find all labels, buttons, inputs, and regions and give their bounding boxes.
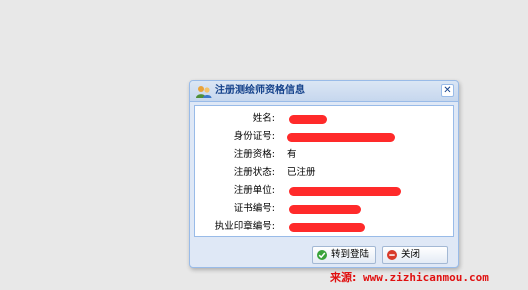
field-label: 注册资格:	[233, 149, 275, 160]
dialog-titlebar[interactable]: 注册测绘师资格信息 ✕	[190, 81, 458, 102]
field-value: 有	[287, 149, 297, 160]
minus-circle-icon	[387, 250, 397, 260]
field-row-employer: 注册单位:	[195, 183, 453, 199]
field-label: 身份证号:	[233, 131, 275, 142]
field-label: 执业印章编号:	[214, 221, 275, 232]
info-panel: 姓名: 身份证号: 注册资格: 有 注册状态: 已注册 注册单位: 证书编号:	[194, 105, 454, 237]
field-row-name: 姓名:	[195, 111, 453, 127]
field-row-status: 注册状态: 已注册	[195, 165, 453, 181]
field-value: 已注册	[287, 167, 316, 178]
field-row-seal-number: 执业印章编号:	[195, 219, 453, 235]
watermark-label: 来源:	[330, 271, 357, 284]
field-label: 注册单位:	[233, 185, 275, 196]
redaction-mark	[289, 115, 327, 124]
check-circle-icon	[317, 250, 327, 260]
redaction-mark	[289, 223, 365, 232]
field-label: 姓名:	[252, 113, 275, 124]
close-button[interactable]: 关闭	[382, 246, 448, 264]
dialog-close-button[interactable]: ✕	[441, 84, 454, 97]
redaction-mark	[289, 205, 361, 214]
field-row-id-number: 身份证号:	[195, 129, 453, 145]
close-label: 关闭	[401, 249, 421, 260]
redaction-mark	[289, 187, 401, 196]
users-group-icon	[196, 84, 212, 98]
field-row-qualification: 注册资格: 有	[195, 147, 453, 163]
watermark-url: www.zizhicanmou.com	[363, 271, 489, 284]
goto-login-label: 转到登陆	[331, 249, 370, 260]
source-watermark: 来源: www.zizhicanmou.com	[330, 270, 489, 286]
redaction-mark	[287, 133, 395, 142]
close-icon: ✕	[443, 85, 452, 96]
field-row-certificate-number: 证书编号:	[195, 201, 453, 217]
goto-login-button[interactable]: 转到登陆	[312, 246, 376, 264]
field-label: 注册状态:	[233, 167, 275, 178]
qualification-info-dialog: 注册测绘师资格信息 ✕ 姓名: 身份证号: 注册资格: 有 注册状态: 已注册 …	[189, 80, 459, 268]
dialog-title: 注册测绘师资格信息	[215, 85, 305, 96]
field-label: 证书编号:	[233, 203, 275, 214]
